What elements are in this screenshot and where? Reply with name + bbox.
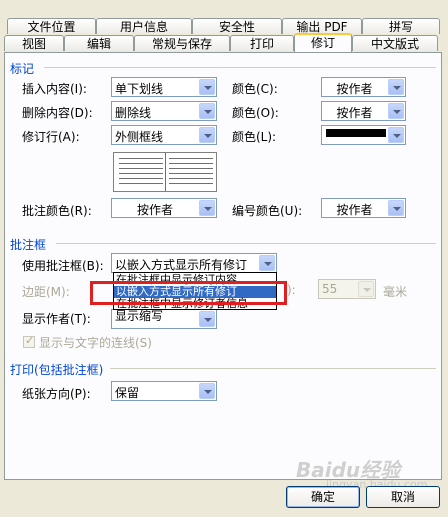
printing-separator bbox=[110, 368, 436, 369]
number-color-label: 编号颜色(U): bbox=[232, 204, 303, 218]
tab-output-pdf[interactable]: 输出 PDF bbox=[282, 18, 362, 34]
use-balloons-value: 以嵌入方式显示所有修订 bbox=[115, 258, 248, 272]
tab-general-save[interactable]: 常规与保存 bbox=[134, 35, 230, 51]
width-suffix: ): bbox=[287, 283, 296, 297]
insert-color-value: 按作者 bbox=[336, 82, 373, 96]
delete-color-value: 按作者 bbox=[336, 106, 373, 120]
cancel-button[interactable]: 取消 bbox=[366, 486, 440, 508]
chevron-down-icon[interactable] bbox=[199, 79, 215, 95]
insert-select[interactable]: 单下划线 bbox=[111, 77, 217, 97]
balloons-separator bbox=[56, 243, 436, 244]
color-swatch bbox=[326, 129, 386, 137]
comment-color-label: 批注颜色(R): bbox=[22, 204, 92, 218]
comment-color-select[interactable]: 按作者 bbox=[111, 198, 217, 218]
delete-select[interactable]: 删除线 bbox=[111, 101, 217, 121]
number-color-value: 按作者 bbox=[336, 203, 373, 217]
chevron-down-icon[interactable] bbox=[199, 127, 215, 143]
use-balloons-select[interactable]: 以嵌入方式显示所有修订 bbox=[111, 253, 277, 273]
margin-label: 边距(M): bbox=[22, 285, 70, 299]
insert-value: 单下划线 bbox=[115, 82, 164, 96]
tab-spelling[interactable]: 拼写 bbox=[362, 18, 440, 34]
delete-color-label: 颜色(O): bbox=[232, 106, 279, 120]
delete-value: 删除线 bbox=[115, 106, 152, 120]
markup-preview bbox=[113, 152, 217, 192]
tab-track-changes[interactable]: 修订 bbox=[294, 33, 352, 52]
insert-color-select[interactable]: 按作者 bbox=[321, 77, 406, 97]
insert-color-label: 颜色(C): bbox=[232, 82, 278, 96]
changed-lines-value: 外侧框线 bbox=[115, 130, 164, 144]
delete-color-select[interactable]: 按作者 bbox=[321, 101, 406, 121]
show-lines-checkbox[interactable] bbox=[23, 334, 35, 348]
tab-edit[interactable]: 编辑 bbox=[64, 35, 134, 51]
show-author-select[interactable]: 显示缩写 bbox=[111, 309, 217, 329]
printing-section-title: 打印(包括批注框) bbox=[10, 363, 104, 377]
chevron-down-icon[interactable] bbox=[259, 255, 275, 271]
width-unit: 毫米 bbox=[383, 285, 408, 299]
orientation-value: 保留 bbox=[115, 386, 140, 400]
spinner-arrows-icon[interactable] bbox=[358, 281, 374, 297]
chevron-down-icon[interactable] bbox=[199, 103, 215, 119]
tab-chinese-typography[interactable]: 中文版式 bbox=[352, 35, 438, 51]
orientation-select[interactable]: 保留 bbox=[111, 381, 217, 401]
markup-separator bbox=[44, 67, 436, 68]
orientation-label: 纸张方向(P): bbox=[22, 387, 91, 401]
comment-color-value: 按作者 bbox=[136, 203, 173, 217]
tab-security[interactable]: 安全性 bbox=[192, 18, 282, 34]
tab-user-info[interactable]: 用户信息 bbox=[96, 18, 192, 34]
balloons-section-title: 批注框 bbox=[10, 238, 47, 252]
ok-button[interactable]: 确定 bbox=[286, 486, 360, 508]
preview-divider bbox=[165, 153, 166, 191]
chevron-down-icon[interactable] bbox=[388, 127, 404, 143]
width-spinner[interactable]: 55 bbox=[318, 279, 376, 299]
chevron-down-icon[interactable] bbox=[388, 200, 404, 216]
chevron-down-icon[interactable] bbox=[199, 383, 215, 399]
tab-view[interactable]: 视图 bbox=[4, 35, 64, 51]
width-value: 55 bbox=[322, 282, 338, 296]
tab-print[interactable]: 打印 bbox=[230, 35, 294, 51]
insert-label: 插入内容(I): bbox=[22, 82, 87, 96]
markup-section-title: 标记 bbox=[10, 62, 35, 76]
changed-lines-select[interactable]: 外侧框线 bbox=[111, 125, 217, 145]
chevron-down-icon[interactable] bbox=[199, 200, 215, 216]
changed-lines-label: 修订行(A): bbox=[22, 130, 80, 144]
number-color-select[interactable]: 按作者 bbox=[321, 198, 406, 218]
preview-page-right bbox=[167, 156, 215, 188]
chevron-down-icon[interactable] bbox=[199, 311, 215, 327]
show-author-label: 显示作者(T): bbox=[22, 312, 91, 326]
chevron-down-icon[interactable] bbox=[388, 103, 404, 119]
tab-file-locations[interactable]: 文件位置 bbox=[7, 18, 96, 34]
delete-label: 删除内容(D): bbox=[22, 106, 93, 120]
highlight-annotation bbox=[90, 281, 287, 305]
chevron-down-icon[interactable] bbox=[388, 79, 404, 95]
show-lines-label: 显示与文字的连线(S) bbox=[39, 336, 152, 350]
preview-page-left bbox=[117, 156, 165, 188]
changed-lines-color-label: 颜色(L): bbox=[232, 130, 277, 144]
use-balloons-label: 使用批注框(B): bbox=[22, 259, 104, 273]
